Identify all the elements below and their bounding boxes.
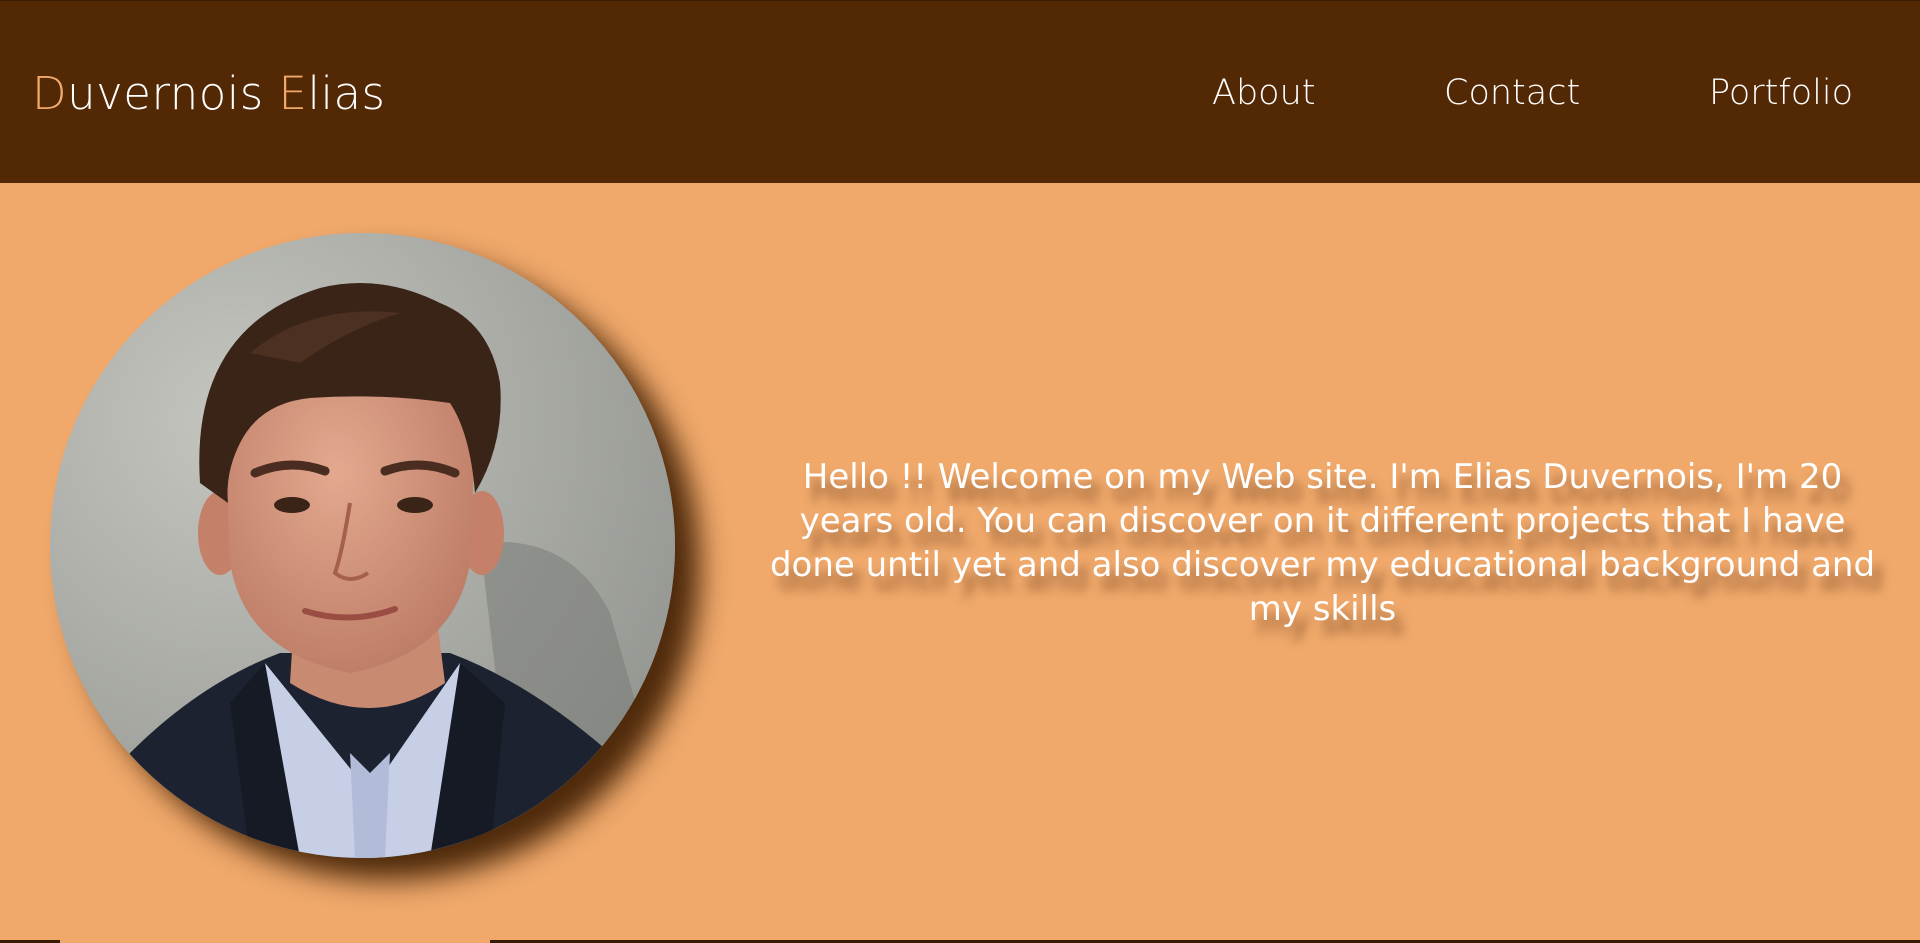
nav-link-portfolio[interactable]: Portfolio xyxy=(1709,71,1853,115)
brand-first-initial: D xyxy=(32,67,68,120)
brand-logo[interactable]: Duvernois Elias xyxy=(32,67,385,121)
profile-photo xyxy=(50,233,675,858)
nav-link-contact[interactable]: Contact xyxy=(1444,71,1580,115)
brand-first-rest: uvernois xyxy=(67,67,279,120)
nav-link-about[interactable]: About xyxy=(1212,71,1315,115)
hero-section: Hello !! Welcome on my Web site. I'm Eli… xyxy=(0,183,1920,943)
navbar: Duvernois Elias About Contact Portfolio xyxy=(0,0,1920,183)
brand-last-rest: lias xyxy=(307,67,386,120)
brand-last-initial: E xyxy=(278,67,308,120)
intro-text: Hello !! Welcome on my Web site. I'm Eli… xyxy=(769,457,1876,629)
profile-photo-illustration xyxy=(50,233,675,858)
